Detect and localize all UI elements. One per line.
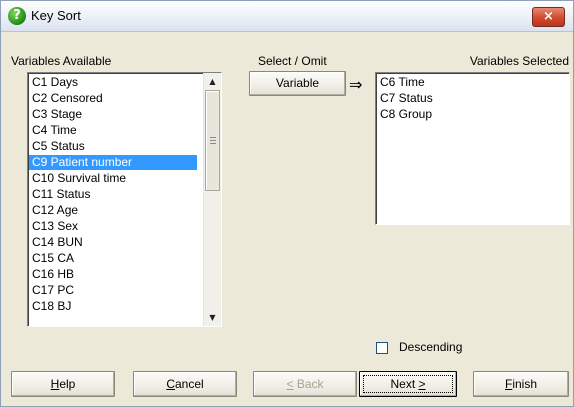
variables-selected-list[interactable]: C6 Time C7 Status C8 Group [375, 72, 570, 225]
back-button[interactable]: < Back [253, 371, 357, 397]
cancel-button-label: Cancel [166, 377, 204, 391]
list-item[interactable]: C4 Time [31, 123, 77, 138]
available-scrollbar[interactable]: ▲ ▼ [203, 73, 221, 326]
title-bar: ? Key Sort × [1, 1, 573, 32]
list-item[interactable]: C5 Status [31, 139, 85, 154]
right-double-arrow-icon: ⇒ [349, 75, 363, 94]
descending-checkbox[interactable] [376, 342, 388, 354]
list-item[interactable]: C2 Censored [31, 91, 103, 106]
next-focus-ring [363, 375, 453, 393]
list-item[interactable]: C14 BUN [31, 235, 83, 250]
next-button[interactable]: Next > [359, 371, 457, 397]
finish-button[interactable]: Finish [473, 371, 569, 397]
help-question-icon: ? [8, 7, 26, 25]
select-omit-label: Select / Omit [258, 54, 327, 68]
close-button[interactable]: × [532, 7, 565, 27]
cancel-button[interactable]: Cancel [133, 371, 237, 397]
list-item[interactable]: C18 BJ [31, 299, 71, 314]
list-item[interactable]: C1 Days [31, 75, 78, 90]
list-item[interactable]: C12 Age [31, 203, 78, 218]
list-item[interactable]: C3 Stage [31, 107, 82, 122]
finish-button-label: Finish [504, 377, 538, 391]
variable-button-label: Variable [275, 76, 320, 90]
scroll-down-arrow-icon[interactable]: ▼ [204, 309, 221, 326]
descending-label: Descending [399, 340, 463, 354]
list-item[interactable]: C8 Group [379, 107, 432, 122]
scroll-thumb[interactable] [205, 90, 220, 191]
list-item[interactable]: C9 Patient number [29, 155, 197, 170]
list-item[interactable]: C10 Survival time [31, 171, 126, 186]
list-item[interactable]: C11 Status [31, 187, 90, 202]
variables-selected-label: Variables Selected [469, 54, 569, 68]
list-item[interactable]: C13 Sex [31, 219, 78, 234]
variables-available-label: Variables Available [11, 54, 112, 68]
variable-button[interactable]: Variable [249, 71, 346, 96]
back-button-label: < Back [286, 377, 324, 391]
key-sort-dialog: ? Key Sort × Variables Available Select … [0, 0, 574, 407]
variables-available-list[interactable]: C1 Days C2 Censored C3 Stage C4 Time C5 Stat… [27, 72, 222, 327]
window-title: Key Sort [31, 8, 81, 23]
help-button-label: Help [50, 377, 76, 391]
list-item[interactable]: C6 Time [379, 75, 425, 90]
list-item[interactable]: C17 PC [31, 283, 74, 298]
list-item[interactable]: C16 HB [31, 267, 74, 282]
list-item[interactable]: C7 Status [379, 91, 433, 106]
list-item[interactable]: C15 CA [31, 251, 74, 266]
scroll-up-arrow-icon[interactable]: ▲ [204, 73, 221, 90]
help-button[interactable]: Help [11, 371, 115, 397]
